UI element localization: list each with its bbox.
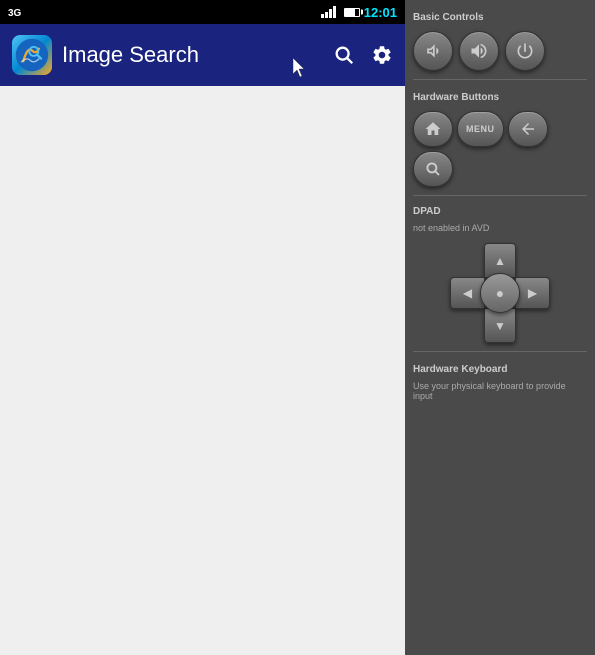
- battery-fill: [345, 9, 355, 16]
- emulator-controls-panel: Basic Controls Hardware Buttons: [405, 0, 595, 655]
- hardware-buttons-label: Hardware Buttons: [413, 92, 587, 103]
- search-button[interactable]: [333, 44, 355, 66]
- signal-bar-1: [321, 14, 324, 18]
- signal-bars: [321, 6, 336, 18]
- keyboard-sublabel: Use your physical keyboard to provide in…: [413, 381, 587, 401]
- menu-button[interactable]: MENU: [457, 111, 504, 147]
- volume-down-button[interactable]: [413, 31, 453, 71]
- search-hw-icon: [424, 160, 442, 178]
- dpad-right-button[interactable]: ▶: [515, 277, 550, 309]
- dpad-up-arrow: ▲: [494, 255, 506, 267]
- home-icon: [424, 120, 442, 138]
- power-icon: [515, 41, 535, 61]
- dpad-left-arrow: ◀: [463, 287, 472, 299]
- status-bar: 3G 12:01: [0, 0, 405, 24]
- settings-button[interactable]: [371, 44, 393, 66]
- dpad-container: ▲ ▼ ◀ ▶ ●: [450, 243, 550, 343]
- settings-icon: [371, 44, 393, 66]
- divider-3: [413, 351, 587, 352]
- dpad-sublabel: not enabled in AVD: [413, 223, 587, 233]
- signal-bar-2: [325, 12, 328, 18]
- dpad-right-arrow: ▶: [528, 287, 537, 299]
- search-icon: [333, 44, 355, 66]
- status-bar-left: 3G: [8, 3, 317, 21]
- divider-1: [413, 79, 587, 80]
- signal-bar-4: [333, 6, 336, 18]
- basic-controls-label: Basic Controls: [413, 12, 587, 23]
- dpad-down-button[interactable]: ▼: [484, 308, 516, 343]
- back-button[interactable]: [508, 111, 548, 147]
- network-indicator: 3G: [8, 8, 21, 19]
- power-button[interactable]: [505, 31, 545, 71]
- dpad-center-indicator: ●: [496, 285, 504, 301]
- status-time: 12:01: [364, 5, 397, 20]
- keyboard-label: Hardware Keyboard: [413, 364, 587, 375]
- search-hw-button[interactable]: [413, 151, 453, 187]
- menu-label: MENU: [466, 124, 495, 134]
- back-icon: [519, 120, 537, 138]
- android-device-panel: 3G 12:01 Image Search: [0, 0, 405, 655]
- app-icon: [12, 35, 52, 75]
- app-bar-actions: [333, 44, 393, 66]
- volume-up-button[interactable]: [459, 31, 499, 71]
- divider-2: [413, 195, 587, 196]
- content-area: [0, 86, 405, 655]
- battery-icon: [344, 8, 360, 17]
- app-logo-icon: [14, 37, 50, 73]
- volume-up-icon: [469, 41, 489, 61]
- hardware-buttons-row: MENU: [413, 111, 587, 187]
- signal-bar-3: [329, 9, 332, 18]
- app-title: Image Search: [62, 42, 323, 68]
- home-button[interactable]: [413, 111, 453, 147]
- volume-down-icon: [423, 41, 443, 61]
- app-bar: Image Search: [0, 24, 405, 86]
- dpad-down-arrow: ▼: [494, 320, 506, 332]
- dpad-label: DPAD: [413, 206, 587, 217]
- dpad-center-button[interactable]: ●: [480, 273, 520, 313]
- basic-controls-row: [413, 31, 587, 71]
